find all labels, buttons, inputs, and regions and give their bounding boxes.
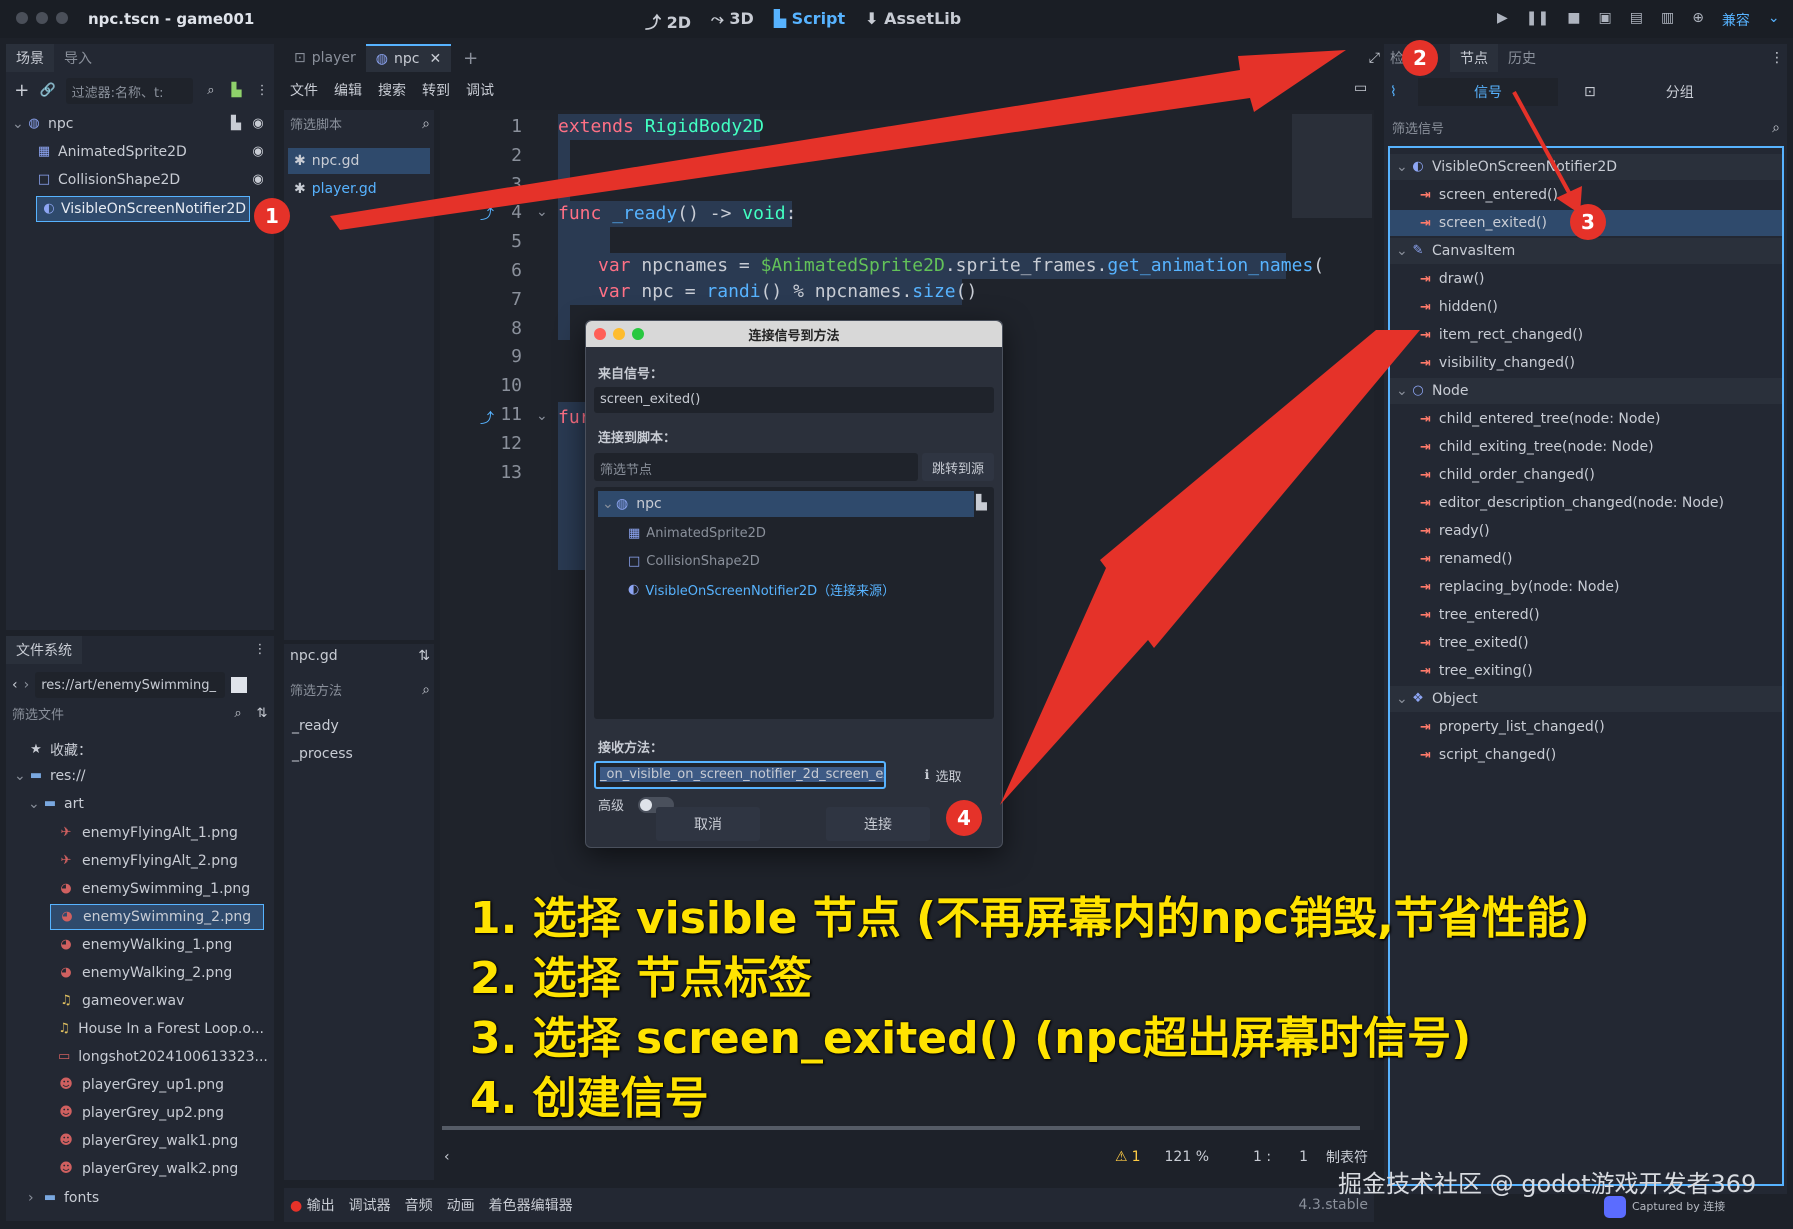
note-line-2: 2. 选择 节点标签: [470, 953, 812, 1004]
note-line-3: 3. 选择 screen_exited() (npc超出屏幕时信号): [470, 1013, 1472, 1064]
badge-3: 3: [1570, 204, 1606, 240]
watermark: 掘金技术社区 @ godot游戏开发者369: [1338, 1170, 1757, 1198]
badge-2: 2: [1402, 40, 1438, 76]
note-line-1: 1. 选择 visible 节点 (不再屏幕内的npc销毁,节省性能): [470, 893, 1590, 944]
captured-label: Captured by 连接: [1604, 1196, 1725, 1218]
note-line-4: 4. 创建信号: [470, 1073, 709, 1124]
badge-4: 4: [946, 800, 982, 836]
arrow-3: [1512, 91, 1574, 199]
arrow-2: [1000, 330, 1420, 805]
arrow-1: [330, 50, 1346, 230]
badge-1: 1: [254, 198, 290, 234]
app-icon: [1604, 1196, 1626, 1218]
